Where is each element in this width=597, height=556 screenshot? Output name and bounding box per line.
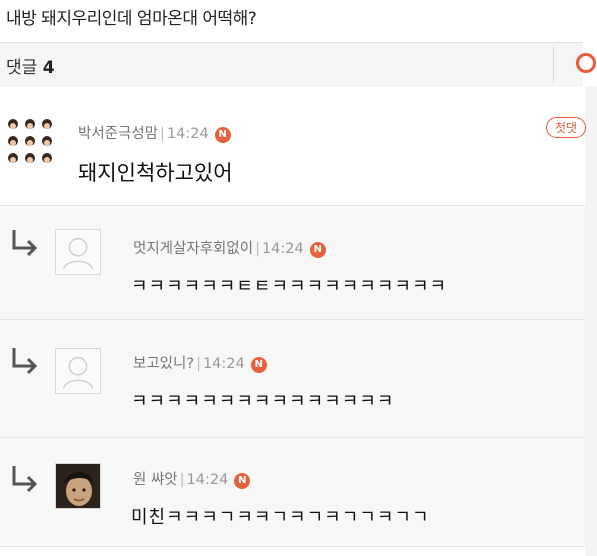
comment-time: 14:24 xyxy=(261,241,304,257)
comment-count-value: 4 xyxy=(42,58,55,78)
comment-count: 댓글 4 xyxy=(6,53,55,78)
new-badge-icon: N xyxy=(234,473,251,489)
comment-meta: 박서준극성맘 | 14:24 N xyxy=(78,122,231,143)
reply-item: 원 쌰앗 | 14:24 N 미친ㅋㅋㅋㄱㅋㅋㄱㅋㄱㅋㄱㄱㅋㄱㄱ xyxy=(0,438,585,547)
new-badge-icon: N xyxy=(309,242,326,258)
new-badge-icon: N xyxy=(250,357,267,373)
reply-arrow-icon xyxy=(12,230,38,257)
comment-time: 14:24 xyxy=(186,472,229,488)
comment-label: 댓글 xyxy=(6,58,38,78)
comment-author[interactable]: 원 쌰앗 xyxy=(133,472,178,488)
first-comment-tag: 첫댓 xyxy=(546,117,587,138)
comment-text: ㅋㅋㅋㅋㅋㅋㅋㅋㅋㅋㅋㅋㅋㅋㅋ xyxy=(131,391,395,412)
new-badge-icon: N xyxy=(214,127,231,143)
comment-time: 14:24 xyxy=(166,126,209,142)
avatar[interactable] xyxy=(4,115,56,167)
comment-author[interactable]: 멋지게살자후회없이 xyxy=(133,241,253,257)
comment-author[interactable]: 박서준극성맘 xyxy=(78,126,158,142)
comment-author[interactable]: 보고있니? xyxy=(133,356,194,372)
default-avatar-icon[interactable] xyxy=(55,348,101,394)
sticker-avatar-icon xyxy=(8,119,52,163)
reply-arrow-icon xyxy=(12,348,38,375)
reply-arrow-icon xyxy=(12,466,38,493)
comment-text: ㅋㅋㅋㅋㅋㅋㅌㅌㅋㅋㅋㅋㅋㅋㅋㅋㅋㅋ xyxy=(131,276,448,297)
comment-text: 돼지인척하고있어 xyxy=(78,161,233,185)
header-divider xyxy=(553,47,554,83)
comment-time: 14:24 xyxy=(202,356,245,372)
profile-photo-icon xyxy=(56,464,100,508)
comment-meta: 멋지게살자후회없이 | 14:24 N xyxy=(133,237,326,258)
default-avatar-icon[interactable] xyxy=(55,229,101,275)
comment-header: 댓글 4 xyxy=(0,42,596,88)
reply-item: 멋지게살자후회없이 | 14:24 N ㅋㅋㅋㅋㅋㅋㅌㅌㅋㅋㅋㅋㅋㅋㅋㅋㅋㅋ xyxy=(0,206,585,320)
post-title: 내방 돼지우리인데 엄마온대 어떡해? xyxy=(6,9,257,29)
reply-item: 보고있니? | 14:24 N ㅋㅋㅋㅋㅋㅋㅋㅋㅋㅋㅋㅋㅋㅋㅋ xyxy=(0,320,585,438)
comment-text: 미친ㅋㅋㅋㄱㅋㅋㄱㅋㄱㅋㄱㄱㅋㄱㄱ xyxy=(131,507,430,528)
comment-meta: 보고있니? | 14:24 N xyxy=(133,352,267,373)
refresh-icon[interactable] xyxy=(576,53,596,73)
scroll-strip xyxy=(585,86,597,556)
comment-item: 박서준극성맘 | 14:24 N 돼지인척하고있어 xyxy=(0,87,585,206)
comment-meta: 원 쌰앗 | 14:24 N xyxy=(133,468,251,489)
avatar[interactable] xyxy=(55,463,101,509)
